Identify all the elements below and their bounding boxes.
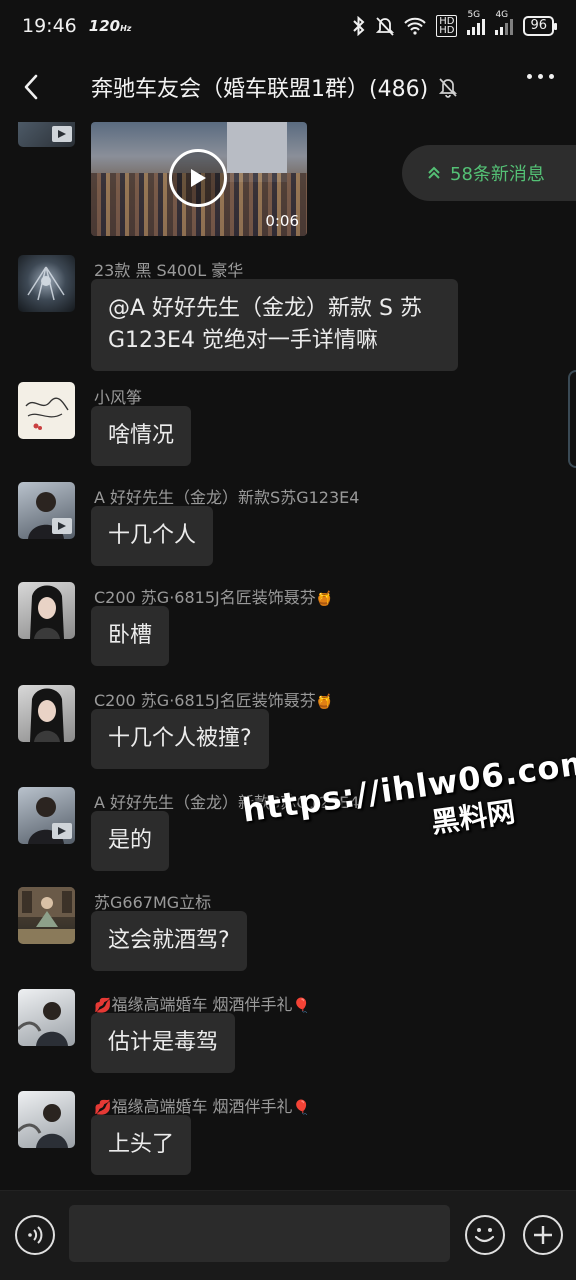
avatar[interactable] (18, 887, 75, 944)
voice-icon (28, 1226, 43, 1244)
message-text: 卧槽 (108, 623, 153, 648)
chat-header: 奔驰车友会（婚车联盟1群）(486) (0, 52, 576, 122)
play-icon[interactable] (169, 149, 227, 207)
status-icons: HD HD 5G 4G 96 (352, 10, 557, 37)
sender-name: A 好好先生（金龙）新款S苏G123E4 (94, 488, 360, 507)
message-text: 估计是毒驾 (108, 1030, 219, 1055)
avatar[interactable] (18, 685, 75, 742)
wifi-icon (404, 16, 426, 36)
message-text: 十几个人 (108, 523, 197, 548)
message-text-line: G123E4 觉绝对一手详情嘛 (108, 328, 378, 353)
battery-indicator: 96 (523, 16, 557, 36)
message-bubble[interactable]: @A 好好先生（金龙）新款 S 苏 G123E4 觉绝对一手详情嘛 (91, 279, 458, 371)
bluetooth-icon (352, 16, 366, 36)
message-bubble[interactable]: 这会就酒驾? (91, 911, 247, 971)
video-thumbnail[interactable]: 0:06 (91, 122, 307, 236)
smiley-icon (474, 1228, 495, 1243)
status-bar: 19:46 120Hz HD HD 5G 4G 96 (0, 0, 576, 52)
video-duration: 0:06 (265, 212, 299, 230)
message-bubble[interactable]: 估计是毒驾 (91, 1013, 236, 1073)
message-text: 啥情况 (108, 423, 175, 448)
hd-tag: HD HD (436, 15, 458, 37)
voice-button[interactable] (15, 1215, 55, 1255)
message-bubble[interactable]: 十几个人 (91, 506, 214, 566)
message-text-line: @A 好好先生（金龙）新款 S 苏 (108, 296, 422, 321)
sender-name: C200 苏G·6815J名匠装饰聂芬🍯 (94, 588, 334, 607)
honey-pot-icon: 🍯 (315, 591, 334, 607)
input-bar (0, 1190, 576, 1280)
sender-name: 苏G667MG立标 (94, 893, 212, 912)
avatar[interactable] (18, 989, 75, 1046)
refresh-rate: 120Hz (88, 17, 132, 35)
avatar[interactable] (18, 1091, 75, 1148)
more-actions-button[interactable] (523, 1215, 563, 1255)
message-text: 十几个人被撞? (108, 726, 252, 751)
avatar[interactable] (18, 582, 75, 639)
message-bubble[interactable]: 是的 (91, 811, 170, 871)
signal-5g-icon: 5G (467, 10, 486, 36)
bell-off-icon (438, 76, 458, 98)
sender-name: 小风筝 (94, 388, 143, 407)
message-text: 这会就酒驾? (108, 928, 230, 953)
emoji-button[interactable] (465, 1215, 505, 1255)
message-list[interactable]: 0:06 58条新消息 23款 黑 S400L 豪华 @A 好好先生（金龙）新款… (0, 122, 576, 1190)
message-bubble[interactable]: 啥情况 (91, 406, 192, 466)
sender-name: 💋福缘高端婚车 烟酒伴手礼🎈 (94, 995, 310, 1014)
message-text: 上头了 (108, 1132, 175, 1157)
sender-name: C200 苏G·6815J名匠装饰聂芬🍯 (94, 691, 334, 710)
chevron-left-icon (24, 74, 38, 100)
more-dots-icon (527, 74, 532, 79)
sender-name: 23款 黑 S400L 豪华 (94, 261, 244, 280)
double-chevron-up-icon (428, 166, 440, 179)
balloon-icon: 🎈 (292, 1100, 310, 1116)
avatar[interactable] (18, 382, 75, 439)
sender-name: 💋福缘高端婚车 烟酒伴手礼🎈 (94, 1097, 310, 1116)
more-button[interactable] (527, 74, 554, 79)
signal-4g-icon: 4G (495, 10, 514, 36)
message-bubble[interactable]: 上头了 (91, 1115, 192, 1175)
avatar[interactable] (18, 122, 75, 147)
message-text: 是的 (108, 828, 153, 853)
message-input[interactable] (69, 1205, 450, 1262)
avatar[interactable] (18, 255, 75, 312)
side-drawer-handle[interactable] (568, 370, 576, 468)
back-button[interactable] (0, 52, 62, 122)
lips-icon: 💋 (94, 998, 112, 1014)
avatar[interactable] (18, 787, 75, 844)
honey-pot-icon: 🍯 (315, 694, 334, 710)
new-messages-button[interactable]: 58条新消息 (402, 145, 576, 201)
new-messages-label: 58条新消息 (450, 164, 545, 185)
chat-title: 奔驰车友会（婚车联盟1群）(486) (91, 77, 429, 102)
status-time: 19:46 (22, 15, 77, 37)
bell-off-icon (376, 16, 395, 36)
lips-icon: 💋 (94, 1100, 112, 1116)
message-bubble[interactable]: 十几个人被撞? (91, 709, 269, 769)
plus-icon (534, 1226, 552, 1244)
message-bubble[interactable]: 卧槽 (91, 606, 170, 666)
balloon-icon: 🎈 (292, 998, 310, 1014)
avatar[interactable] (18, 482, 75, 539)
